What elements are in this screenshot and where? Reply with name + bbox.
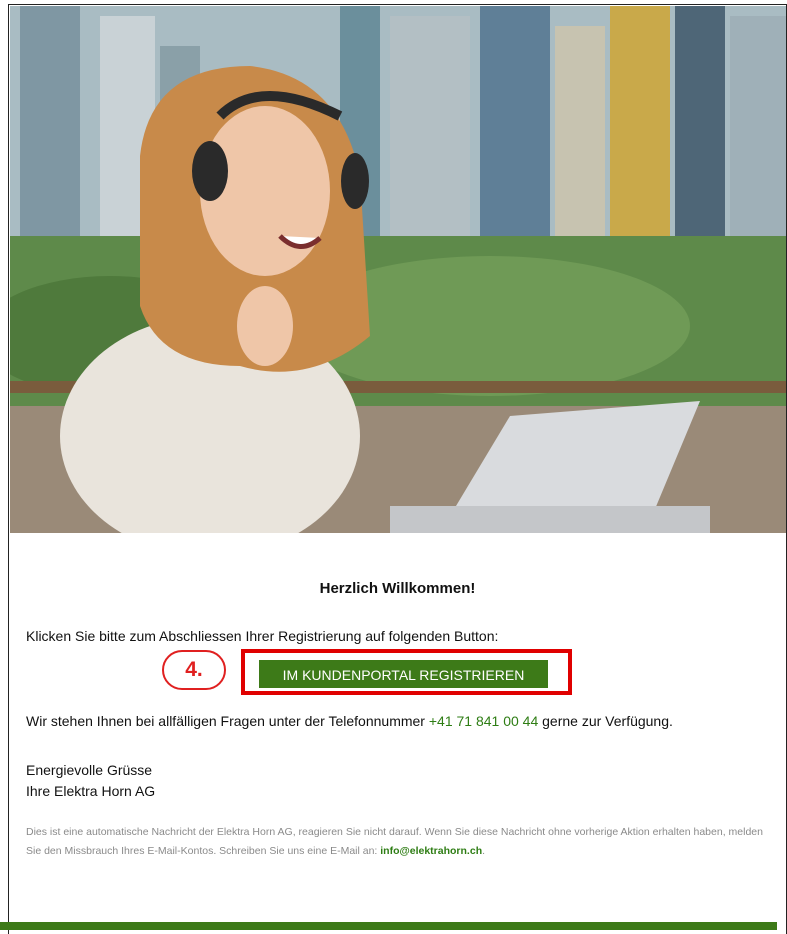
contact-email-link[interactable]: info@elektrahorn.ch [380, 845, 482, 857]
phone-number-link[interactable]: +41 71 841 00 44 [429, 713, 538, 729]
contact-phone-line: Wir stehen Ihnen bei allfälligen Fragen … [26, 713, 673, 729]
phone-prefix-text: Wir stehen Ihnen bei allfälligen Fragen … [26, 713, 429, 729]
closing-greeting: Energievolle Grüsse [26, 762, 153, 778]
disclaimer-text: Dies ist eine automatische Nachricht der… [26, 823, 776, 861]
closing-signature: Ihre Elektra Horn AG [26, 783, 156, 799]
footer-bar [0, 922, 777, 930]
intro-text: Klicken Sie bitte zum Abschliessen Ihrer… [26, 628, 499, 644]
email-frame: Herzlich Willkommen! Klicken Sie bitte z… [8, 4, 787, 934]
hero-image [10, 6, 786, 533]
welcome-heading: Herzlich Willkommen! [319, 580, 476, 597]
disclaimer-end: . [482, 845, 486, 857]
phone-suffix-text: gerne zur Verfügung. [538, 713, 673, 729]
register-portal-button[interactable]: IM KUNDENPORTAL REGISTRIEREN [259, 660, 548, 688]
step-number-badge: 4. [162, 650, 226, 690]
